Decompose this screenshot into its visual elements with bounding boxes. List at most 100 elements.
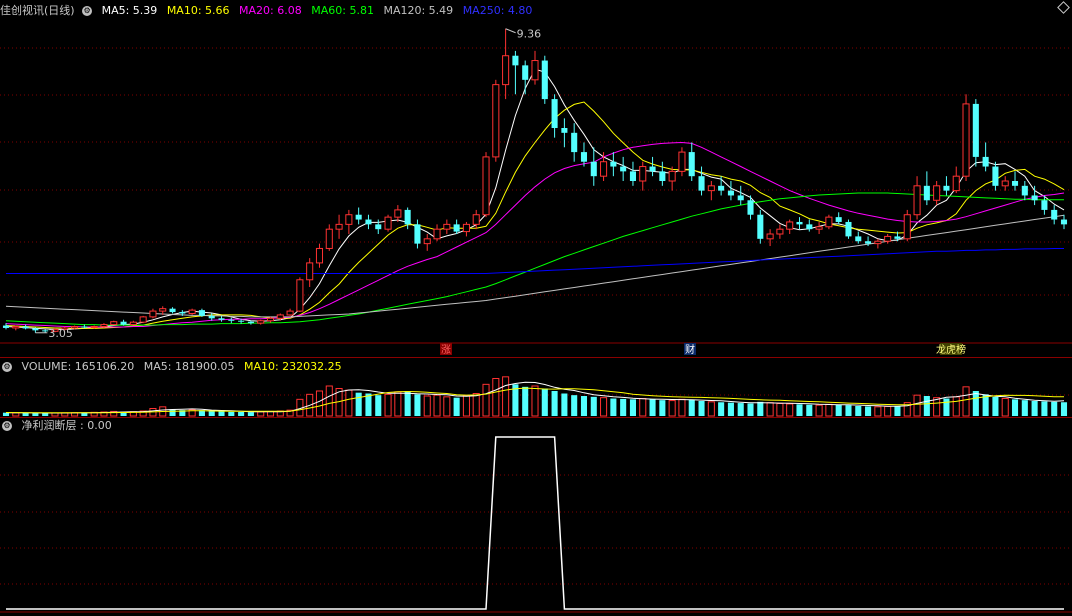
candle (962, 94, 970, 181)
candle (492, 79, 500, 162)
volume-bar (522, 386, 529, 416)
candle-body (718, 185, 725, 191)
volume-bar (707, 401, 715, 417)
candle (482, 152, 490, 218)
candle-body (580, 152, 588, 162)
volume-bar (825, 403, 833, 417)
divider-indicator (0, 417, 1072, 418)
candle (571, 123, 578, 162)
candle (257, 319, 265, 325)
candle (590, 147, 597, 186)
volume-bar (727, 402, 734, 416)
volume-bar (228, 411, 235, 416)
indicator-step-line (6, 436, 1064, 610)
candle-body (845, 221, 852, 237)
candle-body (315, 247, 324, 264)
legend-vma5: MA5: 181900.05 (143, 360, 235, 373)
indicator-legend: ⚙ 净利润断层 : 0.00 (0, 417, 118, 435)
volume-bar (492, 378, 500, 417)
stock-chart[interactable]: 9.36 3.05 涨 财 龙虎榜 (0, 0, 1072, 616)
volume-bar (913, 394, 921, 417)
candle-body (620, 166, 627, 172)
candle (42, 329, 49, 333)
volume-bar (1021, 400, 1028, 416)
volume-bar (982, 394, 989, 416)
volume-bar (247, 412, 254, 416)
candle-body (375, 224, 382, 230)
candle-body (42, 330, 49, 332)
candle (923, 171, 930, 206)
volume-bar (962, 386, 970, 417)
volume-bar (786, 403, 794, 417)
candle (698, 166, 705, 196)
candle-body (296, 279, 304, 312)
candle-body (815, 226, 823, 230)
volume-bar (718, 402, 725, 416)
candle-body (238, 320, 245, 322)
candle-body (776, 228, 784, 235)
volume-bar (952, 396, 960, 417)
gear-icon[interactable]: ⚙ (2, 362, 12, 372)
gear-icon[interactable]: ⚙ (2, 421, 12, 431)
candle-body (757, 214, 764, 239)
volume-bar (345, 389, 353, 417)
candle (325, 224, 333, 251)
volume-bar (375, 395, 382, 416)
candle (541, 55, 548, 104)
candle (982, 142, 989, 172)
candle-body (786, 221, 794, 230)
candle-body (561, 128, 568, 133)
candle (874, 238, 882, 249)
volume-bar (315, 390, 324, 417)
candle-body (590, 161, 597, 177)
candle (913, 176, 921, 220)
candle-body (1011, 181, 1019, 186)
candle-body (678, 151, 686, 172)
candle-body (1041, 200, 1048, 210)
volume-bar (453, 397, 460, 416)
volume-bar (531, 385, 539, 417)
candle-body (610, 161, 617, 167)
volume-bar (580, 396, 588, 416)
candle (757, 209, 764, 244)
candle (453, 219, 460, 234)
volume-bar (835, 404, 842, 416)
candle-body (188, 309, 196, 314)
candle-body (913, 185, 921, 216)
volume-bar (551, 391, 558, 416)
candle (1060, 214, 1068, 230)
candle-body (306, 262, 314, 281)
volume-bar (238, 412, 245, 416)
candle (1021, 181, 1028, 201)
volume-bar (384, 393, 392, 417)
price-annotations: 9.36 3.05 (35, 28, 541, 340)
volume-bar (169, 409, 176, 416)
legend-ma250: MA250: 4.80 (462, 4, 533, 17)
volume-bar (639, 398, 647, 417)
candle (12, 325, 20, 331)
candle (335, 214, 343, 239)
ma250-line (6, 248, 1064, 274)
volume-bar (22, 413, 29, 416)
candle-body (414, 224, 421, 244)
candle-body (796, 221, 803, 225)
candle (188, 308, 196, 315)
candle-body (159, 308, 167, 312)
volume-bar (865, 406, 872, 416)
candle-body (394, 209, 402, 218)
legend-ma20: MA20: 6.08 (239, 4, 302, 17)
candle-body (874, 240, 882, 245)
candle-body (541, 60, 548, 100)
stock-title: 佳创视讯(日线) (0, 4, 75, 17)
event-marker-label: 财 (685, 343, 695, 356)
volume-bar (218, 411, 225, 416)
candle (384, 214, 392, 232)
candle-body (208, 315, 215, 319)
gear-icon[interactable]: ⚙ (82, 6, 93, 16)
candle (315, 243, 324, 268)
candle-body (933, 185, 941, 201)
candle (169, 307, 176, 314)
ma5-line (5, 68, 1065, 330)
volume-bar (394, 391, 402, 417)
candle-body (903, 214, 911, 240)
